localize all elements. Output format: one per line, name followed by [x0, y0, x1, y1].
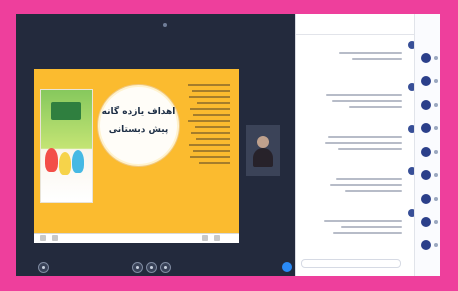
person-body-shape — [253, 148, 273, 167]
illustrated-child-blue — [72, 150, 84, 173]
presentation-slide: اهداف یازده گانه پیش دبستانی — [34, 69, 239, 234]
chat-message-line — [328, 136, 402, 138]
video-icon[interactable] — [146, 262, 157, 273]
participant-avatar-icon[interactable] — [421, 147, 431, 157]
participant-avatar-icon[interactable] — [421, 53, 431, 63]
chat-message-line — [336, 178, 402, 180]
chat-sender-name — [348, 167, 400, 174]
participant-avatar-icon[interactable] — [421, 100, 431, 110]
chat-icon-dot — [42, 266, 45, 269]
participant-status-icon — [434, 243, 438, 247]
slide-text-line — [190, 108, 230, 110]
participant-status-icon — [434, 79, 438, 83]
participant-status-icon — [434, 126, 438, 130]
participant-status-icon — [434, 197, 438, 201]
slide-text-line — [188, 120, 230, 122]
slide-text-line — [191, 132, 230, 134]
chat-message-line — [338, 148, 402, 150]
participant-avatar-icon[interactable] — [421, 194, 431, 204]
chat-message-line — [332, 100, 402, 102]
slide-title-circle: اهداف یازده گانه پیش دبستانی — [98, 85, 179, 166]
slide-text-line — [197, 102, 230, 104]
participant-video-tile[interactable] — [246, 125, 280, 176]
meeting-screenshot-frame: اهداف یازده گانه پیش دبستانی — [16, 14, 440, 276]
book-label-shape — [51, 102, 81, 120]
chat-message-line — [339, 52, 402, 54]
book-letters — [43, 181, 90, 193]
slide-text-line — [188, 84, 230, 86]
person-head-shape — [257, 136, 269, 148]
chat-message — [300, 209, 416, 251]
participant-status-icon — [434, 103, 438, 107]
meeting-side-label[interactable] — [262, 40, 292, 50]
meeting-control-bar — [16, 257, 295, 276]
participant-strip — [414, 14, 440, 276]
chat-message-line — [326, 94, 402, 96]
chat-message — [300, 125, 416, 167]
slide-text-column — [186, 84, 230, 192]
mic-icon[interactable] — [132, 262, 143, 273]
chat-message-input[interactable] — [301, 259, 401, 268]
mic-icon-dot — [136, 266, 139, 269]
slide-text-line — [190, 156, 230, 158]
chat-message-line — [341, 226, 402, 228]
shared-slide-panel: اهداف یازده گانه پیش دبستانی — [34, 69, 239, 243]
chat-message-line — [349, 106, 402, 108]
slide-text-line — [189, 96, 230, 98]
slide-footer-text — [68, 206, 213, 214]
chat-sender-name — [348, 209, 400, 216]
chat-message — [300, 41, 416, 83]
slide-text-line — [193, 114, 230, 116]
more-icon-dot — [164, 266, 167, 269]
participant-avatar-icon[interactable] — [421, 217, 431, 227]
book-cover-image — [40, 89, 93, 203]
slide-text-line — [196, 138, 230, 140]
slide-text-line — [192, 90, 230, 92]
slide-navigation-bar — [34, 233, 239, 243]
participant-avatar-icon[interactable] — [421, 76, 431, 86]
slide-title-line-1: اهداف یازده گانه — [101, 107, 176, 117]
chat-message — [300, 167, 416, 209]
participant-avatar-icon[interactable] — [421, 240, 431, 250]
slide-tool-button[interactable] — [214, 235, 220, 241]
participant-status-icon — [434, 173, 438, 177]
slide-tool-button[interactable] — [40, 235, 46, 241]
meeting-stage: اهداف یازده گانه پیش دبستانی — [16, 14, 295, 276]
participant-avatar-icon[interactable] — [421, 123, 431, 133]
chat-message-list — [300, 41, 416, 261]
slide-tool-button[interactable] — [202, 235, 208, 241]
slide-text-line — [199, 162, 230, 164]
chat-message-line — [352, 58, 402, 60]
illustrated-child-yellow — [59, 152, 71, 175]
participant-status-icon — [434, 56, 438, 60]
slide-text-line — [189, 144, 230, 146]
participant-avatar-icon[interactable] — [421, 170, 431, 180]
chat-message-line — [333, 232, 402, 234]
slide-text-line — [193, 150, 230, 152]
video-icon-dot — [150, 266, 153, 269]
chat-sender-name — [348, 41, 400, 48]
chat-panel — [295, 14, 440, 276]
chat-sender-name — [348, 125, 400, 132]
page-indicator — [103, 235, 171, 241]
chat-message-line — [345, 190, 402, 192]
leave-icon[interactable] — [282, 262, 292, 272]
illustrated-child-red — [45, 148, 58, 172]
participant-status-icon — [434, 220, 438, 224]
chat-message-line — [325, 142, 402, 144]
slide-title-line-2: پیش دبستانی — [108, 125, 169, 135]
more-icon[interactable] — [160, 262, 171, 273]
more-icon[interactable] — [163, 23, 167, 27]
chat-icon[interactable] — [38, 262, 49, 273]
slide-text-line — [195, 126, 230, 128]
chat-message-line — [330, 184, 402, 186]
meeting-topbar — [16, 14, 295, 36]
chat-message-line — [324, 220, 402, 222]
chat-sender-name — [348, 83, 400, 90]
slide-tool-button[interactable] — [52, 235, 58, 241]
participant-status-icon — [434, 150, 438, 154]
chat-message — [300, 83, 416, 125]
